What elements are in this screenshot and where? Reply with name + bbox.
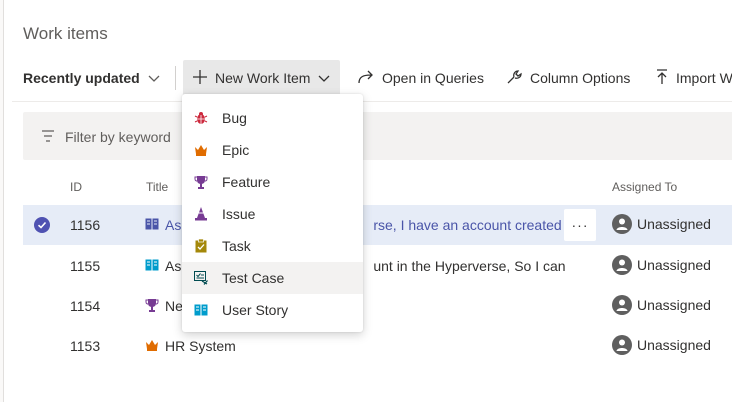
menu-item-label: User Story [222,302,289,318]
column-header-assigned-to[interactable]: Assigned To [612,180,677,194]
recently-updated-label: Recently updated [23,70,140,86]
menu-item-test-case[interactable]: Test Case [182,262,363,294]
menu-item-epic[interactable]: Epic [182,134,363,166]
menu-item-bug[interactable]: Bug [182,102,363,134]
import-label: Import W [676,70,732,86]
row-title-text-left: HR System [165,338,236,354]
unassigned-avatar-icon [612,295,632,315]
row-title-text-left: As [165,217,182,233]
unassigned-avatar-icon [612,214,632,234]
column-options-button[interactable]: Column Options [506,60,630,96]
menu-item-label: Task [222,238,251,254]
column-options-label: Column Options [530,70,631,86]
new-work-item-button[interactable]: New Work Item [183,60,341,96]
unassigned-avatar-icon [612,335,632,355]
assigned-name: Unassigned [637,257,711,273]
row-title-text-left: Ne [165,298,183,314]
menu-item-task[interactable]: Task [182,230,363,262]
toolbar-divider [12,101,732,102]
row-title[interactable]: HR System [145,336,565,356]
assigned-to: Unassigned [612,295,711,315]
toolbar-separator [175,66,176,90]
clipboard-icon [194,239,208,253]
trophy-icon [194,175,208,189]
page-title: Work items [23,24,108,43]
table-row[interactable]: 1153 HR System Unassigned [23,326,732,366]
table-row[interactable]: 1156 As rse, I have an account created i… [23,205,732,245]
menu-item-label: Issue [222,206,256,222]
assigned-name: Unassigned [637,337,711,353]
menu-item-label: Bug [222,110,247,126]
new-work-item-menu: Bug Epic Feature Issue Task Test Case Us… [182,94,363,332]
menu-item-issue[interactable]: Issue [182,198,363,230]
assigned-to: Unassigned [612,335,711,355]
assigned-to: Unassigned [612,255,711,275]
row-id: 1153 [70,338,101,354]
import-button[interactable]: Import W [656,60,732,96]
book-icon [145,217,159,233]
menu-item-label: Feature [222,174,271,190]
toolbar: Recently updated New Work Item Open in Q… [12,60,732,98]
left-panel-edge [0,0,4,402]
menu-item-feature[interactable]: Feature [182,166,363,198]
assigned-to: Unassigned [612,214,711,234]
row-title-text-right: unt in the Hyperverse, So I can be prov [373,258,565,274]
wrench-icon [506,69,522,88]
row-id: 1155 [70,258,101,274]
table-row[interactable]: 1154 Ne Unassigned [23,286,732,326]
open-in-queries-button[interactable]: Open in Queries [358,60,484,96]
plus-icon [193,69,207,87]
crown-icon [145,338,159,354]
column-header-id[interactable]: ID [70,180,82,194]
upload-icon [656,68,668,88]
cone-icon [194,207,208,221]
more-actions-button[interactable]: ··· [564,209,596,241]
recently-updated-dropdown[interactable]: Recently updated [23,60,160,96]
new-work-item-label: New Work Item [215,70,311,86]
book-icon [194,303,208,317]
unassigned-avatar-icon [612,255,632,275]
book-icon [145,258,159,274]
test-case-icon [194,271,208,285]
chevron-down-icon [148,70,160,86]
filter-keyword-input[interactable]: Filter by keyword [65,129,171,145]
trophy-icon [145,298,159,315]
filter-bar[interactable]: Filter by keyword [23,112,732,160]
menu-item-label: Epic [222,142,250,158]
row-title-text-left: As [165,258,182,274]
bug-icon [194,111,208,125]
assigned-name: Unassigned [637,216,711,232]
row-id: 1156 [70,217,101,233]
assigned-name: Unassigned [637,297,711,313]
crown-icon [194,143,208,157]
menu-item-user-story[interactable]: User Story [182,294,363,326]
row-id: 1154 [70,298,101,314]
filter-icon [41,129,55,145]
checkmark-circle-icon[interactable] [34,217,50,233]
share-arrow-icon [358,70,374,87]
table-row[interactable]: 1155 As unt in the Hyperverse, So I can … [23,246,732,286]
chevron-down-icon [318,70,330,86]
row-title-text-right: rse, I have an account created in A [373,217,565,233]
column-header-title[interactable]: Title [146,180,168,194]
open-in-queries-label: Open in Queries [382,70,484,86]
ellipsis-icon: ··· [571,217,589,233]
menu-item-label: Test Case [222,270,285,286]
